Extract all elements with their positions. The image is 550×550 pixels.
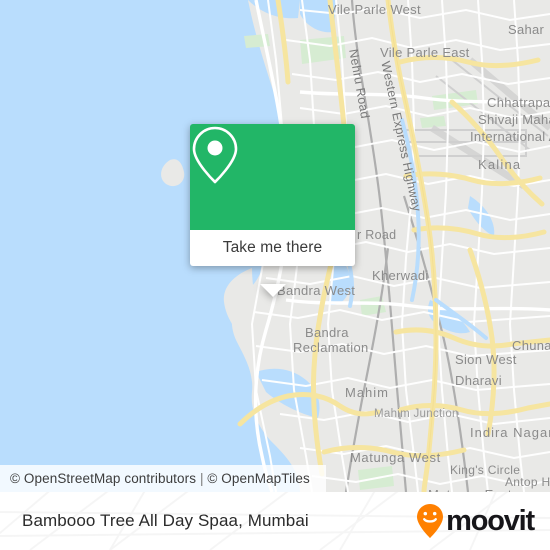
popup-tail (259, 284, 286, 297)
footer-bar: Bambooo Tree All Day Spaa, Mumbai moovit (0, 492, 550, 550)
moovit-smiling-pin-icon (417, 504, 444, 538)
moovit-logo[interactable]: moovit (415, 503, 535, 539)
attribution-osm[interactable]: © OpenStreetMap contributors (10, 471, 196, 486)
map-pin-icon (192, 126, 238, 184)
map-share-card: Vile Parle West Sahar Vile Parle East Ch… (0, 0, 550, 550)
page-title: Bambooo Tree All Day Spaa, Mumbai (22, 511, 309, 530)
moovit-wordmark: moovit (446, 504, 535, 537)
attribution-text: © OpenStreetMap contributors | © OpenMap… (0, 471, 310, 486)
attribution-tiles[interactable]: © OpenMapTiles (207, 471, 309, 486)
take-me-there-button[interactable]: Take me there (190, 230, 355, 266)
attribution-separator: | (196, 471, 208, 486)
map-canvas[interactable]: Vile Parle West Sahar Vile Parle East Ch… (0, 0, 550, 492)
map-attribution-bar: © OpenStreetMap contributors | © OpenMap… (0, 465, 326, 492)
location-popup-card[interactable]: Take me there (190, 124, 355, 297)
take-me-there-label: Take me there (222, 239, 323, 256)
popup-pin-area (190, 124, 355, 230)
